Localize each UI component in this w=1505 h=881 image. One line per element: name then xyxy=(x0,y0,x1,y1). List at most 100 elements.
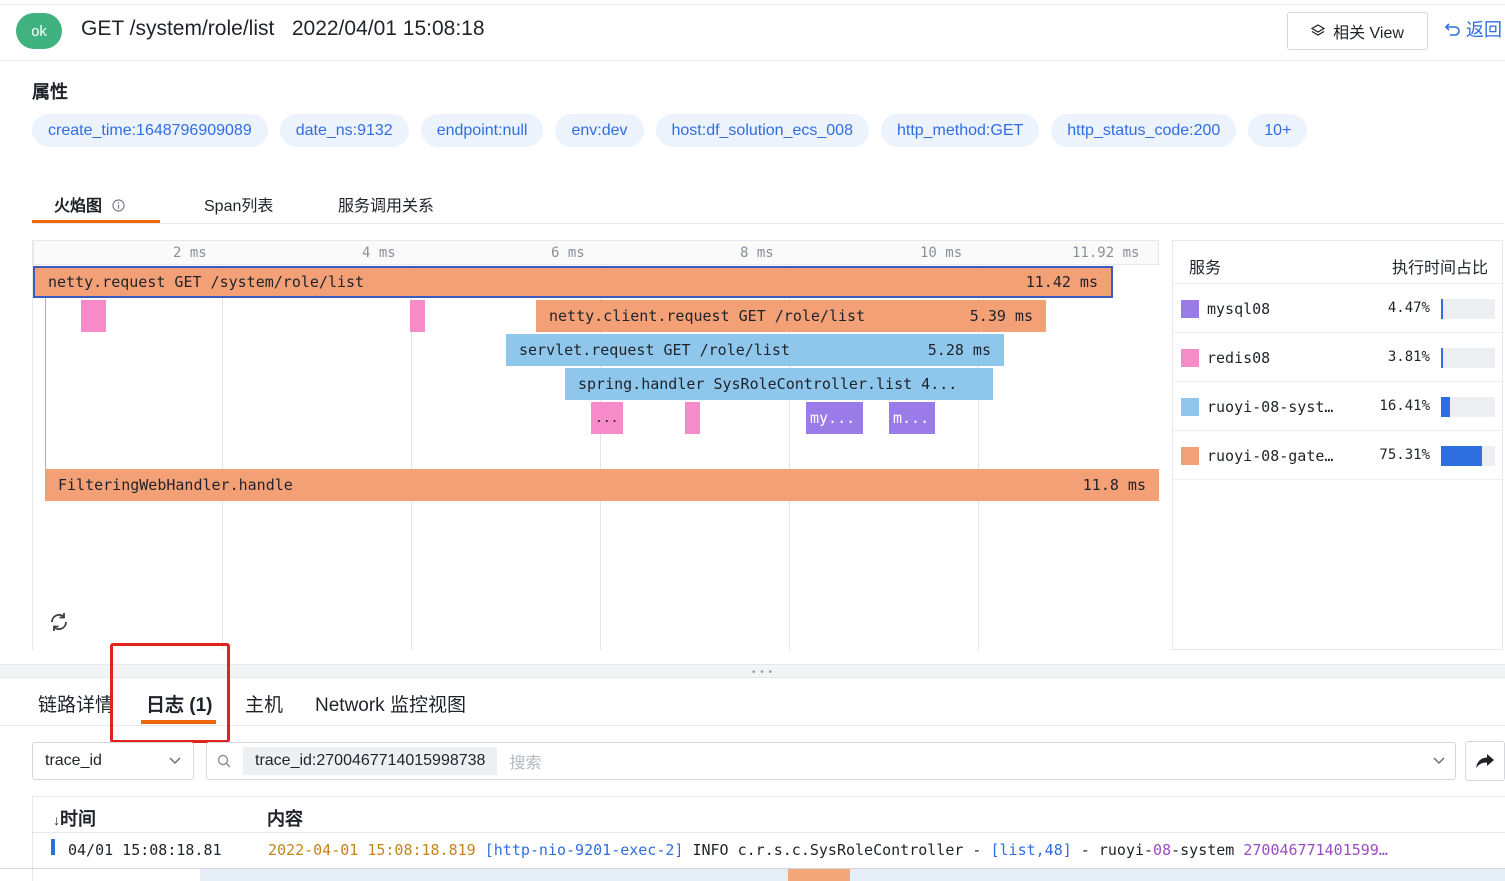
minimap-strip xyxy=(200,869,1505,881)
span-label: netty.request GET /system/role/list xyxy=(48,273,365,291)
undo-icon xyxy=(1444,23,1460,36)
service-percent: 3.81% xyxy=(1387,349,1430,365)
search-filter-tag[interactable]: trace_id:2700467714015998738 xyxy=(243,747,498,775)
service-name: ruoyi-08-syst… xyxy=(1207,398,1334,416)
log-service-num: 08 xyxy=(1153,841,1172,859)
service-percent: 4.47% xyxy=(1387,300,1430,316)
log-level-marker xyxy=(51,839,55,855)
span-label: spring.handler SysRoleController.list 4.… xyxy=(578,375,958,393)
tick-label: 8 ms xyxy=(740,245,774,261)
share-button[interactable] xyxy=(1465,741,1505,781)
span-bar[interactable]: servlet.request GET /role/list 5.28 ms xyxy=(506,334,1004,366)
trace-timestamp: 2022/04/01 15:08:18 xyxy=(291,17,485,40)
tick-label: 6 ms xyxy=(551,245,585,261)
content-col-header: 内容 xyxy=(267,809,303,829)
top-border xyxy=(0,4,1505,5)
span-bar[interactable] xyxy=(685,402,700,434)
service-table-header: 服务 执行时间占比 xyxy=(1173,241,1502,284)
tab-flamegraph[interactable]: 火焰图 xyxy=(54,192,126,216)
service-ratio-bar xyxy=(1441,446,1495,466)
chevron-down-icon[interactable] xyxy=(1433,757,1445,765)
service-color-swatch xyxy=(1181,398,1199,416)
attribute-chip[interactable]: date_ns:9132 xyxy=(279,114,409,147)
attribute-chip[interactable]: host:df_solution_ecs_008 xyxy=(655,114,869,147)
span-label: m... xyxy=(893,409,930,427)
log-method: [list,48] xyxy=(990,841,1072,859)
log-content: 2022-04-01 15:08:18.819 [http-nio-9201-e… xyxy=(268,841,1478,859)
attribute-more-chip[interactable]: 10+ xyxy=(1248,114,1308,147)
span-bar[interactable]: spring.handler SysRoleController.list 4.… xyxy=(565,368,993,400)
log-table-header: ↓时间 内容 xyxy=(33,797,1505,833)
span-bar[interactable] xyxy=(81,300,106,332)
tab-active-indicator xyxy=(32,220,160,223)
span-connector xyxy=(45,298,46,470)
service-ratio-fill xyxy=(1441,348,1443,368)
log-level-logger: INFO c.r.s.c.SysRoleController - xyxy=(692,841,991,859)
service-col-header: 服务 xyxy=(1189,260,1222,277)
grid-line xyxy=(222,240,223,650)
status-badge: ok xyxy=(16,13,62,49)
back-label: 返回 xyxy=(1466,20,1502,40)
back-button[interactable]: 返回 xyxy=(1444,16,1502,42)
flame-graph: 2 ms 4 ms 6 ms 8 ms 10 ms 11.92 ms netty… xyxy=(32,240,1159,650)
annotation-highlight-box xyxy=(110,643,230,743)
span-bar[interactable]: ... xyxy=(591,402,623,434)
search-placeholder: 搜索 xyxy=(509,755,542,772)
span-label: ... xyxy=(595,410,619,426)
span-bar[interactable]: netty.client.request GET /role/list 5.39… xyxy=(536,300,1046,332)
tab-network[interactable]: Network 监控视图 xyxy=(315,690,466,717)
ratio-col-header: 执行时间占比 xyxy=(1391,260,1488,277)
drag-handle-icon: • • • xyxy=(752,667,774,678)
service-ratio-bar xyxy=(1441,299,1495,319)
service-row[interactable]: mysql08 4.47% xyxy=(1173,284,1502,333)
service-ratio-bar xyxy=(1441,397,1495,417)
time-col-header[interactable]: ↓时间 xyxy=(53,805,96,831)
tab-host[interactable]: 主机 xyxy=(245,690,283,717)
service-name: mysql08 xyxy=(1207,300,1271,318)
span-duration: 11.8 ms xyxy=(1082,476,1146,494)
attribute-chip[interactable]: http_method:GET xyxy=(880,114,1040,147)
service-row[interactable]: redis08 3.81% xyxy=(1173,333,1502,382)
search-icon xyxy=(217,754,231,768)
attribute-chips: create_time:1648796909089 date_ns:9132 e… xyxy=(32,114,1308,147)
span-bar[interactable] xyxy=(410,300,425,332)
log-search-input[interactable]: trace_id:2700467714015998738 搜索 xyxy=(206,742,1456,780)
span-bar[interactable]: my... xyxy=(806,402,863,434)
time-axis: 2 ms 4 ms 6 ms 8 ms 10 ms 11.92 ms xyxy=(33,240,1159,265)
log-row[interactable]: 04/01 15:08:18.81 2022-04-01 15:08:18.81… xyxy=(33,834,1505,864)
service-color-swatch xyxy=(1181,447,1199,465)
chevron-down-icon xyxy=(169,757,181,765)
attributes-title: 属性 xyxy=(32,82,68,102)
tab-service-map[interactable]: 服务调用关系 xyxy=(338,192,434,216)
tick-label: 2 ms xyxy=(173,245,207,261)
service-name: redis08 xyxy=(1207,349,1271,367)
attribute-chip[interactable]: http_status_code:200 xyxy=(1051,114,1237,147)
field-select[interactable]: trace_id xyxy=(32,742,194,780)
tab-trace-details[interactable]: 链路详情 xyxy=(38,690,114,717)
tab-span-list[interactable]: Span列表 xyxy=(204,192,273,216)
span-bar[interactable]: netty.request GET /system/role/list 11.4… xyxy=(33,266,1113,298)
service-ratio-fill xyxy=(1441,446,1482,466)
service-ratio-bar xyxy=(1441,348,1495,368)
related-view-button[interactable]: 相关 View xyxy=(1287,12,1428,50)
service-ratio-fill xyxy=(1441,397,1450,417)
service-row[interactable]: ruoyi-08-gate… 75.31% xyxy=(1173,431,1502,480)
service-row[interactable]: ruoyi-08-syst… 16.41% xyxy=(1173,382,1502,431)
tick-label: 11.92 ms xyxy=(1072,245,1140,261)
attribute-chip[interactable]: env:dev xyxy=(555,114,644,147)
span-bar[interactable]: FilteringWebHandler.handle 11.8 ms xyxy=(45,469,1159,501)
attribute-chip[interactable]: create_time:1648796909089 xyxy=(32,114,268,147)
log-service-suffix: -system xyxy=(1171,841,1244,859)
header-divider xyxy=(0,60,1505,61)
tab-flamegraph-label: 火焰图 xyxy=(54,198,103,215)
service-breakdown-panel: 服务 执行时间占比 mysql08 4.47% redis08 3.81% ru… xyxy=(1172,240,1503,650)
service-color-swatch xyxy=(1181,349,1199,367)
related-view-label: 相关 View xyxy=(1333,25,1404,42)
page-title: GET /system/role/list 2022/04/01 15:08:1… xyxy=(81,17,485,41)
span-bar[interactable]: m... xyxy=(889,402,935,434)
log-date: 2022-04-01 15:08:18.819 xyxy=(268,841,476,859)
time-col-label: 时间 xyxy=(60,809,96,829)
attribute-chip[interactable]: endpoint:null xyxy=(420,114,544,147)
refresh-icon[interactable] xyxy=(47,610,71,634)
service-ratio-fill xyxy=(1441,299,1443,319)
